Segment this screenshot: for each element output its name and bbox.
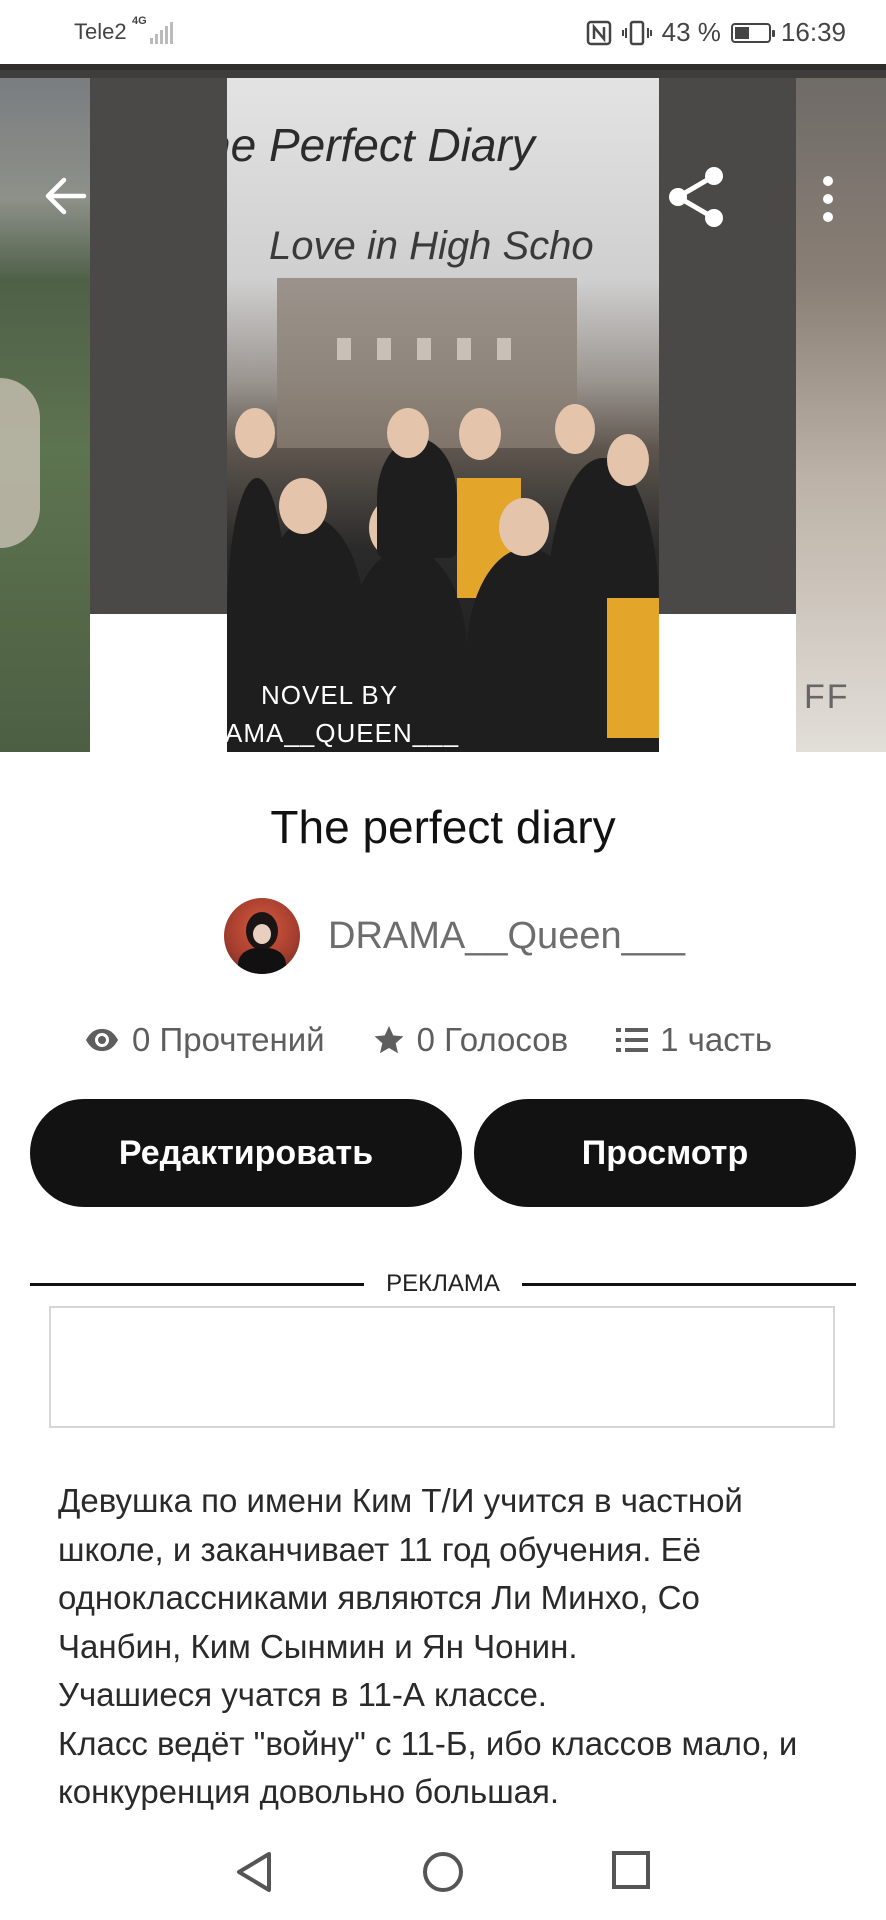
cover-title-line1: he Perfect Diary <box>227 119 535 171</box>
description-line: конкуренция довольно большая. <box>58 1773 560 1810</box>
story-cover-image[interactable]: he Perfect Diary Love in High Scho NOVEL… <box>227 78 659 752</box>
star-icon <box>374 1026 404 1054</box>
list-icon <box>616 1028 649 1052</box>
avatar-face <box>253 924 271 944</box>
cover-title-line2: Love in High Scho <box>269 224 594 268</box>
cover-carousel[interactable]: FF he Perfect Diary Love in High Scho NO… <box>0 64 886 752</box>
cover-window <box>417 338 431 360</box>
author-row[interactable]: DRAMA__Queen___ <box>224 898 685 974</box>
cover-person <box>377 438 457 558</box>
story-description: Девушка по имени Ким Т/И учится в частно… <box>58 1477 848 1817</box>
share-icon[interactable] <box>664 164 730 230</box>
system-nav-bar <box>0 1820 886 1920</box>
triangle-back-icon[interactable] <box>233 1850 275 1894</box>
story-stats: 0 Прочтений 0 Голосов 1 часть <box>84 1018 772 1062</box>
description-line: Класс ведёт "войну" с 11-Б, ибо классов … <box>58 1724 798 1762</box>
cover-yellow-outfit <box>607 598 659 738</box>
eye-icon <box>86 1029 118 1051</box>
divider <box>522 1283 856 1286</box>
avatar-body <box>238 948 286 974</box>
edit-button[interactable]: Редактировать <box>30 1099 462 1207</box>
arrow-left-icon[interactable] <box>44 174 88 218</box>
clock: 16:39 <box>780 17 846 47</box>
nfc-icon <box>586 20 611 45</box>
prev-cover-figure <box>0 378 40 548</box>
cover-face <box>607 434 649 486</box>
carrier-label: Tele2 <box>74 19 127 44</box>
ad-slot[interactable] <box>49 1306 835 1428</box>
reads-count: 0 Прочтений <box>132 1021 325 1058</box>
battery-icon <box>730 22 775 43</box>
more-vertical-icon[interactable] <box>816 174 840 224</box>
hero-strip <box>0 64 886 70</box>
status-bar: Tele2 4G 43 % 16:39 <box>0 0 886 64</box>
cover-face <box>279 478 327 534</box>
cover-window <box>497 338 511 360</box>
story-title: The perfect diary <box>270 801 616 853</box>
votes-count: 0 Голосов <box>416 1021 569 1058</box>
signal-icon <box>150 20 176 44</box>
cover-face <box>459 408 501 460</box>
cover-face <box>387 408 429 458</box>
cover-face <box>235 408 275 458</box>
description-line: школе, и заканчивает 11 год обучения. Её <box>58 1530 701 1568</box>
cover-face <box>555 404 595 454</box>
circle-home-icon[interactable] <box>421 1850 465 1894</box>
description-line: одноклассниками являются Ли Минхо, Со <box>58 1579 700 1616</box>
cover-window <box>337 338 351 360</box>
next-cover-text: FF <box>804 678 850 716</box>
parts-stat[interactable]: 1 часть <box>616 1021 772 1059</box>
next-cover[interactable]: FF <box>796 78 886 752</box>
battery-percent: 43 % <box>661 17 721 47</box>
cover-window <box>377 338 391 360</box>
vibrate-icon <box>621 20 652 45</box>
votes-stat: 0 Голосов <box>373 1021 569 1059</box>
description-line: Девушка по имени Ким Т/И учится в частно… <box>58 1482 743 1519</box>
cover-author-text: AMA__QUEEN___ <box>227 718 460 748</box>
avatar[interactable] <box>224 898 300 974</box>
cover-window <box>457 338 471 360</box>
cover-shadow-right <box>658 78 796 614</box>
divider <box>30 1283 364 1286</box>
square-recents-icon[interactable] <box>611 1850 651 1890</box>
parts-count: 1 часть <box>660 1021 773 1058</box>
cover-shadow-left <box>90 78 228 614</box>
cover-face <box>499 498 549 556</box>
description-line: Чанбин, Ким Сынмин и Ян Чонин. <box>58 1627 578 1665</box>
author-name[interactable]: DRAMA__Queen___ <box>328 915 685 958</box>
preview-button[interactable]: Просмотр <box>474 1099 856 1207</box>
status-right: 43 % 16:39 <box>586 17 846 48</box>
description-line: Учашиеся учатся в 11-А классе. <box>58 1676 547 1713</box>
network-type: 4G <box>132 15 147 27</box>
cover-novel-by: NOVEL BY <box>261 680 399 710</box>
reads-stat: 0 Прочтений <box>84 1021 325 1059</box>
ad-label: РЕКЛАМА <box>386 1270 500 1297</box>
